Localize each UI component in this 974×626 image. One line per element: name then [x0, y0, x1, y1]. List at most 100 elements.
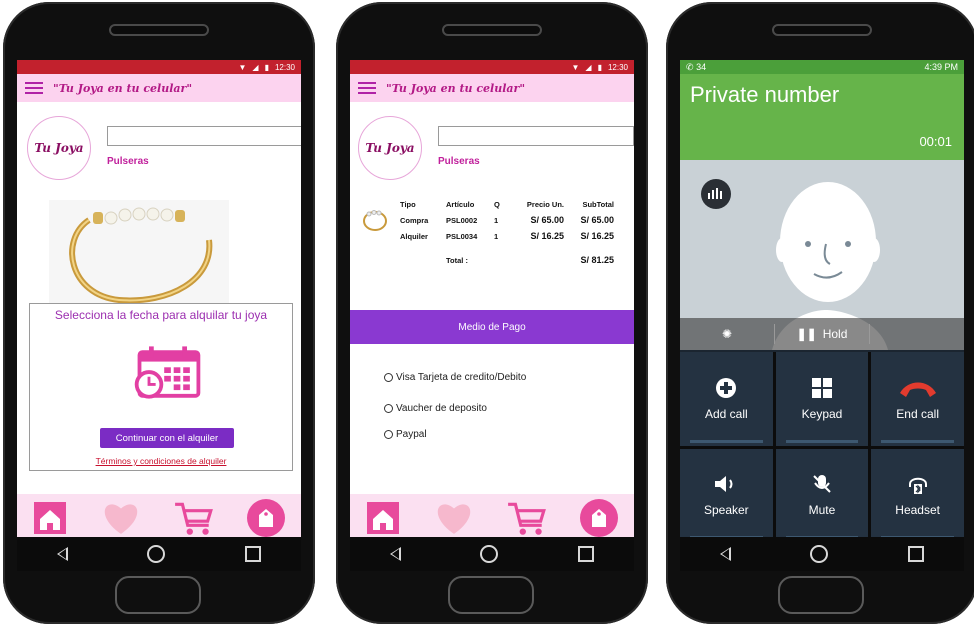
- wifi-icon: ▼: [238, 62, 247, 72]
- call-duration: 00:01: [919, 134, 952, 149]
- end-call-icon: [899, 382, 936, 397]
- call-header: Private number 00:01: [680, 74, 964, 160]
- cell-precio: S/ 16.25: [530, 231, 564, 241]
- app-title: "Tu Joya en tu celular": [386, 81, 526, 95]
- table-header: Tipo Artículo Q Precio Un. SubTotal: [400, 196, 634, 212]
- hardware-home-button[interactable]: [115, 576, 201, 614]
- cell-subtotal: S/ 65.00: [580, 215, 614, 225]
- system-nav-bar: [350, 537, 634, 571]
- call-control-bar: ✺ ❚❚ Hold: [680, 318, 964, 350]
- recent-apps-icon[interactable]: [578, 546, 595, 562]
- add-call-icon: [716, 377, 737, 398]
- home-circle-icon[interactable]: [480, 545, 499, 563]
- signal-icon: ◢: [252, 62, 259, 72]
- bottom-nav: [350, 494, 634, 542]
- status-bar: ✆ 34 4:39 PM: [680, 60, 964, 74]
- bracelet-thumbnail: [363, 210, 387, 231]
- cart-icon[interactable]: [506, 500, 548, 536]
- home-circle-icon[interactable]: [810, 545, 829, 563]
- noise-reduction-icon[interactable]: ✺: [680, 327, 774, 341]
- recent-apps-icon[interactable]: [908, 546, 925, 562]
- menu-icon[interactable]: [358, 82, 376, 94]
- logo: Tu Joya: [27, 116, 91, 180]
- home-circle-icon[interactable]: [147, 545, 166, 563]
- rent-title: Selecciona la fecha para alquilar tu joy…: [54, 308, 268, 322]
- search-input[interactable]: [438, 126, 634, 146]
- app-bar: "Tu Joya en tu celular": [350, 74, 634, 102]
- system-nav-bar: [17, 537, 301, 571]
- category-label: Pulseras: [438, 156, 480, 167]
- menu-icon[interactable]: [25, 82, 43, 94]
- order-table: Tipo Artículo Q Precio Un. SubTotal Comp…: [400, 196, 634, 268]
- search-input[interactable]: [107, 126, 301, 146]
- status-bar: ▼ ◢ ▮ 12:30: [17, 60, 301, 74]
- earpiece: [109, 24, 209, 36]
- bracelet-image: [49, 200, 229, 310]
- terms-link[interactable]: Términos y condiciones de alquiler: [30, 456, 292, 466]
- end-call-button[interactable]: End call: [871, 352, 964, 446]
- screen-product: ▼ ◢ ▮ 12:30 "Tu Joya en tu celular" Tu J…: [17, 60, 301, 542]
- calendar-icon[interactable]: [130, 344, 206, 402]
- pause-icon: ❚❚: [796, 327, 817, 341]
- heart-icon[interactable]: [432, 500, 476, 536]
- header-q: Q: [494, 199, 500, 209]
- hold-label: Hold: [822, 327, 848, 341]
- pay-option-paypal[interactable]: Paypal: [384, 429, 427, 440]
- call-button-grid: Add call Keypad End call Speaker Mute He…: [680, 352, 964, 542]
- button-label: Add call: [704, 406, 748, 421]
- button-label: Speaker: [703, 503, 749, 518]
- heart-icon[interactable]: [99, 500, 143, 536]
- radio-button[interactable]: [384, 404, 393, 413]
- add-call-button[interactable]: Add call: [680, 352, 773, 446]
- payment-method-button[interactable]: Medio de Pago: [350, 310, 634, 344]
- header-subtotal: SubTotal: [582, 199, 614, 209]
- cart-icon[interactable]: [173, 500, 215, 536]
- hardware-home-button[interactable]: [778, 576, 864, 614]
- mute-button[interactable]: Mute: [775, 448, 869, 542]
- status-bar: ▼ ◢ ▮ 12:30: [350, 60, 634, 74]
- radio-button[interactable]: [384, 373, 393, 382]
- status-left-value: 34: [696, 61, 707, 72]
- header-tipo: Tipo: [400, 199, 416, 209]
- total-row: Total : S/ 81.25: [400, 252, 634, 268]
- logo-text: Tu Joya: [365, 141, 415, 155]
- back-icon[interactable]: [719, 547, 731, 561]
- hardware-home-button[interactable]: [448, 576, 534, 614]
- bottom-nav: [17, 494, 301, 542]
- status-time: 12:30: [607, 62, 628, 72]
- speaker-button[interactable]: Speaker: [680, 448, 773, 542]
- hold-button[interactable]: ❚❚ Hold: [775, 327, 869, 341]
- total-value: S/ 81.25: [580, 255, 614, 265]
- keypad-button[interactable]: Keypad: [775, 352, 869, 446]
- tag-icon[interactable]: [579, 498, 619, 538]
- headset-icon: [908, 478, 927, 495]
- home-icon[interactable]: [365, 500, 401, 536]
- battery-icon: ▮: [597, 62, 602, 72]
- tag-icon[interactable]: [246, 498, 286, 538]
- earpiece: [442, 24, 542, 36]
- logo-text: Tu Joya: [34, 141, 84, 155]
- back-icon[interactable]: [56, 547, 68, 561]
- headset-button[interactable]: Headset: [871, 448, 964, 542]
- pay-option-label: Paypal: [396, 429, 427, 440]
- cell-q: 1: [494, 231, 499, 241]
- continue-rent-button[interactable]: Continuar con el alquiler: [100, 428, 234, 448]
- status-time: 12:30: [274, 62, 295, 72]
- screen-call: ✆ 34 4:39 PM Private number 00:01 ✺ ❚❚ H…: [680, 60, 964, 542]
- radio-button[interactable]: [384, 430, 393, 439]
- rent-panel: Selecciona la fecha para alquilar tu joy…: [29, 303, 293, 471]
- header-precio: Precio Un.: [526, 199, 564, 209]
- pay-option-voucher[interactable]: Vaucher de deposito: [384, 403, 487, 414]
- total-label: Total :: [446, 255, 468, 265]
- cell-articulo: PSL0034: [446, 231, 478, 241]
- pay-option-visa[interactable]: Visa Tarjeta de credito/Debito: [384, 372, 526, 383]
- button-label: End call: [896, 406, 939, 421]
- table-row: Compra PSL0002 1 S/ 65.00 S/ 65.00: [400, 212, 634, 228]
- cell-precio: S/ 65.00: [530, 215, 564, 225]
- app-title: "Tu Joya en tu celular": [53, 81, 193, 95]
- button-label: Mute: [808, 503, 836, 518]
- back-icon[interactable]: [389, 547, 401, 561]
- logo: Tu Joya: [358, 116, 422, 180]
- home-icon[interactable]: [32, 500, 68, 536]
- recent-apps-icon[interactable]: [245, 546, 262, 562]
